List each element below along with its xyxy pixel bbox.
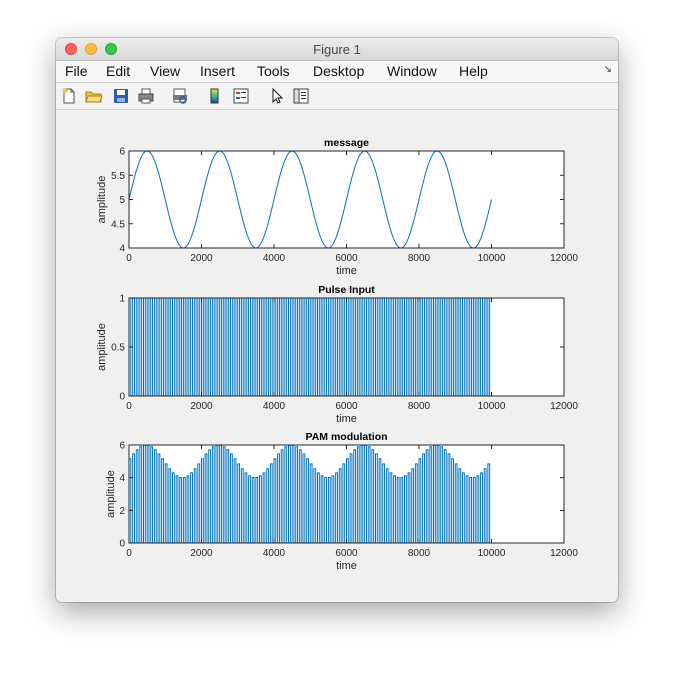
y-axis-label: amplitude (96, 176, 108, 224)
title-bar[interactable]: Figure 1 (56, 38, 618, 61)
x-tick-label: 10000 (478, 253, 506, 264)
save-icon[interactable] (112, 87, 130, 105)
toolbar (56, 83, 618, 110)
axes-title: Pulse Input (318, 284, 375, 296)
y-tick-label: 5 (119, 195, 125, 206)
y-tick-label: 6 (119, 441, 125, 452)
toolbar-toggle-icon[interactable]: ↘ (604, 64, 612, 75)
property-inspector-icon[interactable] (292, 87, 310, 105)
menu-bar: File Edit View Insert Tools Desktop Wind… (56, 61, 618, 83)
menu-desktop[interactable]: Desktop (313, 63, 364, 79)
x-tick-label: 4000 (263, 401, 286, 412)
x-axis-label: time (336, 560, 357, 572)
menu-edit[interactable]: Edit (106, 63, 130, 79)
x-tick-label: 8000 (408, 253, 431, 264)
x-tick-label: 8000 (408, 548, 431, 559)
y-tick-label: 5.5 (111, 171, 125, 182)
x-tick-label: 0 (126, 401, 132, 412)
x-tick-label: 12000 (550, 401, 578, 412)
axes-title: PAM modulation (305, 431, 387, 443)
menu-help[interactable]: Help (459, 63, 488, 79)
y-tick-label: 4 (119, 473, 125, 484)
y-axis-label: amplitude (105, 470, 117, 518)
menu-window[interactable]: Window (387, 63, 437, 79)
x-tick-label: 2000 (190, 253, 213, 264)
x-tick-label: 12000 (550, 253, 578, 264)
x-tick-label: 6000 (335, 253, 358, 264)
menu-view[interactable]: View (150, 63, 180, 79)
y-tick-label: 0 (119, 392, 125, 403)
x-tick-label: 4000 (263, 253, 286, 264)
x-tick-label: 6000 (335, 548, 358, 559)
colorbar-icon[interactable] (206, 87, 224, 105)
print-preview-icon[interactable] (171, 87, 189, 105)
axes-title: message (324, 137, 369, 149)
menu-file[interactable]: File (65, 63, 88, 79)
y-tick-label: 2 (119, 506, 125, 517)
window-title: Figure 1 (313, 42, 361, 57)
plots-svg: 0 2000 4000 6000 8000 10000 1200044.555.56mess… (96, 137, 578, 572)
open-file-icon[interactable] (85, 87, 103, 105)
y-tick-label: 0.5 (111, 343, 125, 354)
series-line (128, 297, 492, 397)
menu-tools[interactable]: Tools (257, 63, 290, 79)
axes-3: 0 2000 4000 6000 8000 10000 12000 0 2 4 6 PAM modul… (105, 431, 578, 572)
figure-window: Figure 1 File Edit View Insert Tools Des… (56, 38, 618, 602)
x-axis-label: time (336, 265, 357, 277)
x-tick-label: 12000 (550, 548, 578, 559)
x-tick-label: 10000 (478, 401, 506, 412)
y-tick-label: 6 (119, 147, 125, 158)
y-tick-label: 4 (119, 244, 125, 255)
y-tick-label: 0 (119, 539, 125, 550)
y-tick-label: 1 (119, 294, 125, 305)
x-tick-label: 4000 (263, 548, 286, 559)
y-tick-label: 4.5 (111, 219, 125, 230)
new-figure-icon[interactable] (60, 87, 78, 105)
figure-canvas: 0 2000 4000 6000 8000 10000 12000 4 4.5 5 5.5 6 mess… (56, 110, 618, 602)
x-tick-label: 6000 (335, 401, 358, 412)
x-tick-label: 2000 (190, 401, 213, 412)
legend-icon[interactable] (232, 87, 250, 105)
print-icon[interactable] (137, 87, 155, 105)
pointer-icon[interactable] (268, 87, 286, 105)
x-axis-label: time (336, 413, 357, 425)
x-tick-label: 0 (126, 253, 132, 264)
axes-1: 0 2000 4000 6000 8000 10000 12000 4 4.5 5 5.5 6 mess… (96, 137, 578, 277)
x-tick-label: 2000 (190, 548, 213, 559)
menu-insert[interactable]: Insert (200, 63, 235, 79)
y-axis-label: amplitude (96, 323, 108, 371)
x-tick-label: 8000 (408, 401, 431, 412)
x-tick-label: 10000 (478, 548, 506, 559)
x-tick-label: 0 (126, 548, 132, 559)
axes-2: 0 2000 4000 6000 8000 10000 12000 0 0.5 1 Pulse In… (96, 284, 578, 425)
